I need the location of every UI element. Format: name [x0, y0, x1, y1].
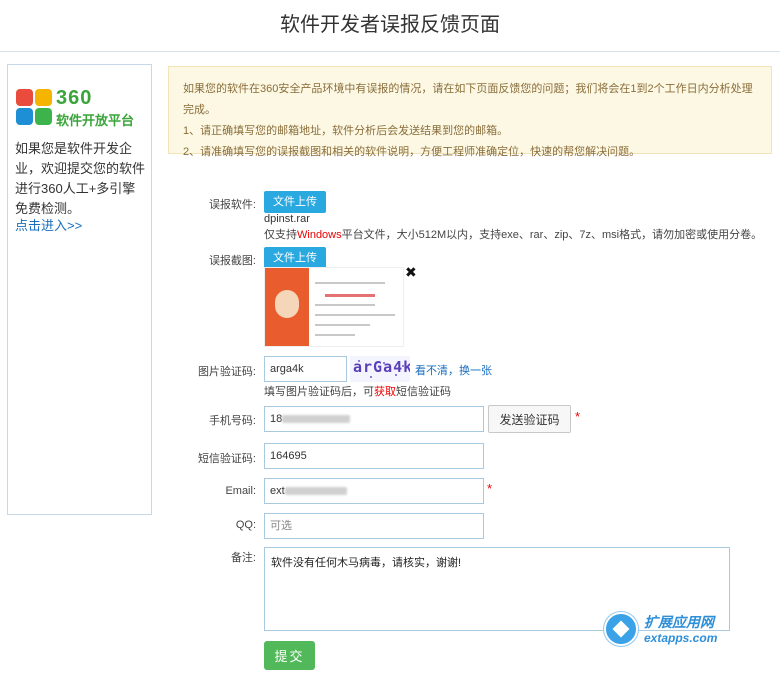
sidebar-enter-link[interactable]: 点击进入>>: [15, 215, 82, 234]
captcha-image[interactable]: arGa4k: [350, 356, 410, 382]
captcha-input[interactable]: arga4k: [264, 356, 347, 382]
sms-code-input[interactable]: 164695: [264, 443, 484, 469]
submit-button[interactable]: 提交: [264, 641, 315, 670]
logo-subtitle: 软件开放平台: [56, 113, 135, 128]
sidebar-description: 如果您是软件开发企业，欢迎提交您的软件进行360人工+多引擎免费检测。: [15, 141, 146, 216]
logo-mark-icon: [16, 89, 52, 125]
sms-code-label: 短信验证码:: [197, 453, 256, 465]
software-upload-button[interactable]: 文件上传: [264, 191, 326, 213]
open-platform-logo: 360 软件开放平台: [16, 87, 146, 129]
logo-number: 360: [56, 87, 93, 109]
watermark-logo-icon: [604, 612, 638, 646]
notice-line: 2、请准确填写您的误报截图和相关的软件说明，方便工程师准确定位，快速的帮您解决问…: [183, 146, 641, 158]
refresh-captcha-link[interactable]: 看不清，换一张: [415, 362, 492, 378]
phone-required-mark: *: [575, 409, 581, 424]
sidebar-promo: 360 软件开放平台 如果您是软件开发企业，欢迎提交您的软件进行360人工+多引…: [7, 64, 152, 515]
remove-screenshot-icon[interactable]: ✖: [405, 264, 417, 281]
uploaded-file-name: dpinst.rar: [264, 213, 310, 225]
screenshot-label: 误报截图:: [208, 255, 256, 267]
screenshot-thumbnail: [264, 267, 404, 347]
send-sms-code-button[interactable]: 发送验证码: [488, 405, 571, 433]
captcha-hint: 填写图片验证码后，可获取短信验证码: [264, 386, 451, 398]
phone-label: 手机号码:: [208, 415, 256, 427]
notice-line: 如果您的软件在360安全产品环境中有误报的情况，请在如下页面反馈您的问题；我们将…: [183, 83, 753, 116]
page-title: 软件开发者误报反馈页面: [0, 0, 780, 52]
captcha-image-text: arGa4k: [353, 358, 410, 376]
email-label: Email:: [225, 485, 256, 497]
qq-input[interactable]: 可选: [264, 513, 484, 539]
email-input[interactable]: ext: [264, 478, 484, 504]
screenshot-upload-button[interactable]: 文件上传: [264, 247, 326, 269]
watermark-subtitle: extapps.com: [644, 631, 718, 645]
qq-label: QQ:: [235, 519, 256, 531]
site-watermark: 扩展应用网 extapps.com: [604, 610, 734, 650]
remark-label: 备注:: [230, 552, 256, 564]
notice-line: 1、请正确填写您的邮箱地址，软件分析后会发送结果到您的邮箱。: [183, 125, 509, 137]
captcha-label: 图片验证码:: [197, 366, 256, 378]
phone-input[interactable]: 18: [264, 406, 484, 432]
notice-box: 如果您的软件在360安全产品环境中有误报的情况，请在如下页面反馈您的问题；我们将…: [168, 66, 772, 158]
email-required-mark: *: [487, 481, 493, 496]
watermark-title: 扩展应用网: [644, 614, 714, 630]
software-label: 误报软件:: [208, 199, 256, 211]
software-upload-hint: 仅支持Windows平台文件，大小512M以内，支持exe、rar、zip、7z…: [264, 229, 763, 241]
